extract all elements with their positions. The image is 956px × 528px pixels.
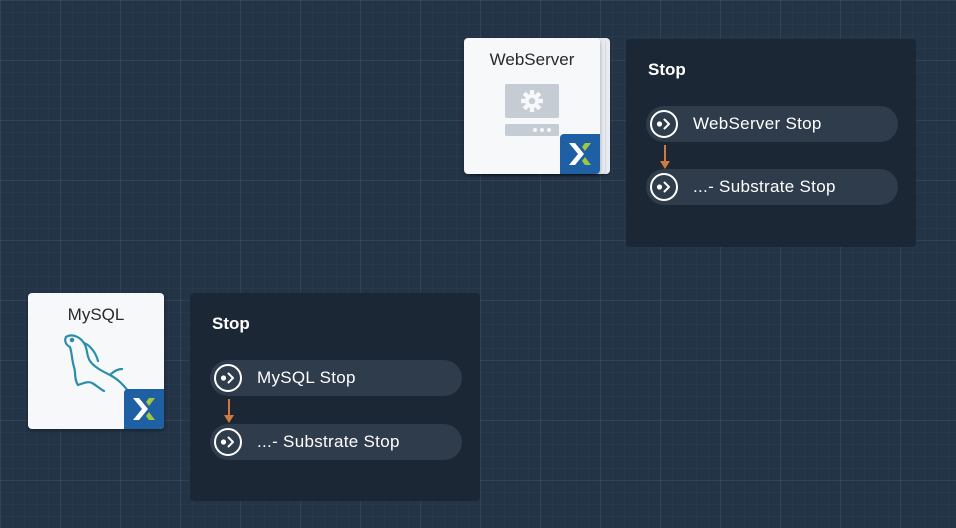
nutanix-x-icon (560, 134, 600, 174)
action-panel-webserver-stop: Stop WebServer Stop ...- Substrate Stop (626, 39, 916, 247)
nutanix-x-icon (124, 389, 164, 429)
service-card[interactable]: WebServer (464, 38, 600, 174)
server-gear-icon (505, 84, 559, 145)
task-run-icon (214, 428, 242, 456)
task-webserver-stop[interactable]: WebServer Stop (646, 106, 898, 142)
task-run-icon (650, 173, 678, 201)
panel-title: Stop (648, 60, 686, 79)
service-card[interactable]: MySQL (28, 293, 164, 429)
task-run-icon (214, 364, 242, 392)
service-name: WebServer (489, 50, 575, 69)
mysql-dolphin-icon (58, 331, 134, 400)
task-run-icon (650, 110, 678, 138)
task-substrate-stop[interactable]: ...- Substrate Stop (210, 424, 462, 460)
panel-title: Stop (212, 314, 250, 333)
task-label: MySQL Stop (257, 368, 356, 387)
service-mysql[interactable]: MySQL (28, 293, 164, 429)
task-substrate-stop[interactable]: ...- Substrate Stop (646, 169, 898, 205)
flow-arrow-icon (660, 145, 670, 169)
blueprint-canvas[interactable]: WebServer Stop WebServer Stop ...- Subst… (0, 0, 956, 528)
service-webserver[interactable]: WebServer (464, 38, 610, 174)
flow-arrow-icon (224, 399, 234, 423)
task-label: ...- Substrate Stop (257, 432, 400, 451)
service-name: MySQL (67, 305, 125, 324)
task-label: WebServer Stop (693, 114, 822, 133)
task-mysql-stop[interactable]: MySQL Stop (210, 360, 462, 396)
action-panel-mysql-stop: Stop MySQL Stop ...- Substrate Stop (190, 293, 480, 501)
task-label: ...- Substrate Stop (693, 177, 836, 196)
